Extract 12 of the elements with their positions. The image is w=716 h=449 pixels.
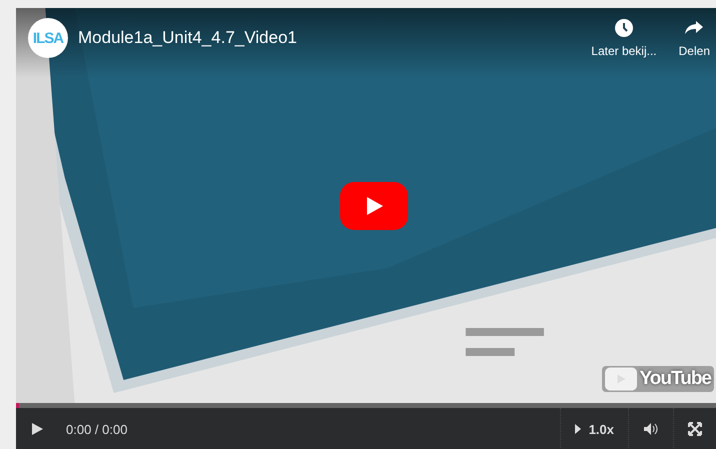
triangle-icon bbox=[574, 424, 581, 434]
play-icon bbox=[30, 422, 44, 436]
watch-later-button[interactable]: Later bekij... bbox=[585, 18, 663, 58]
time-display: 0:00 / 0:00 bbox=[66, 422, 128, 436]
volume-icon bbox=[643, 422, 659, 436]
clock-icon bbox=[614, 18, 634, 38]
play-icon bbox=[604, 367, 637, 391]
speed-button[interactable]: 1.0x bbox=[560, 408, 628, 449]
share-button[interactable]: Delen bbox=[672, 18, 716, 58]
fullscreen-icon bbox=[688, 422, 702, 436]
video-title[interactable]: Module1a_Unit4_4.7_Video1 bbox=[78, 18, 576, 58]
play-button[interactable] bbox=[340, 182, 408, 230]
